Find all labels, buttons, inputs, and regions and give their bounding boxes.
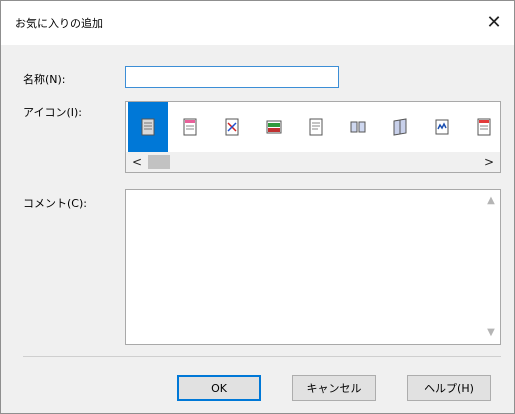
icon-option-1[interactable] <box>128 102 168 152</box>
comment-label: コメント(C): <box>23 197 87 210</box>
help-button[interactable]: ヘルプ(H) <box>407 375 491 401</box>
comment-box: ▲ ▼ <box>125 189 501 345</box>
title-bar: お気に入りの追加 ✕ <box>1 1 514 45</box>
divider <box>23 356 501 357</box>
icon-option-2[interactable] <box>170 102 210 152</box>
icon-list: < > <box>125 101 501 173</box>
icon-option-6[interactable] <box>338 102 378 152</box>
document-wave-icon <box>435 119 449 135</box>
document-green-icon <box>266 120 282 134</box>
icon-option-8[interactable] <box>422 102 462 152</box>
ok-button[interactable]: OK <box>177 375 261 401</box>
scroll-down-icon[interactable]: ▼ <box>482 324 500 342</box>
scroll-up-icon[interactable]: ▲ <box>482 192 500 210</box>
dialog-title: お気に入りの追加 <box>15 17 103 30</box>
close-icon[interactable]: ✕ <box>480 11 508 35</box>
icon-option-3[interactable] <box>212 102 252 152</box>
icon-option-5[interactable] <box>296 102 336 152</box>
document-split-icon <box>350 121 366 133</box>
horizontal-scrollbar[interactable]: < > <box>126 152 500 172</box>
cancel-button[interactable]: キャンセル <box>292 375 376 401</box>
scroll-right-button[interactable]: > <box>480 152 498 172</box>
icon-option-7[interactable] <box>380 102 420 152</box>
vertical-scrollbar[interactable]: ▲ ▼ <box>482 190 500 344</box>
comment-textarea[interactable] <box>126 190 482 344</box>
scroll-left-button[interactable]: < <box>128 152 146 172</box>
document-plain-icon <box>309 118 323 136</box>
add-favorite-dialog: お気に入りの追加 ✕ 名称(N): アイコン(I): < > コメント(C): … <box>0 0 515 414</box>
name-input[interactable] <box>125 66 339 88</box>
icon-option-4[interactable] <box>254 102 294 152</box>
document-gray-icon <box>141 118 155 136</box>
icon-label: アイコン(I): <box>23 106 82 119</box>
document-pink-icon <box>183 118 197 136</box>
document-red-icon <box>477 118 491 136</box>
document-fold-icon <box>393 118 407 136</box>
name-label: 名称(N): <box>23 73 66 86</box>
document-cut-icon <box>225 118 239 136</box>
scroll-thumb[interactable] <box>148 155 170 169</box>
icon-option-9[interactable] <box>464 102 500 152</box>
